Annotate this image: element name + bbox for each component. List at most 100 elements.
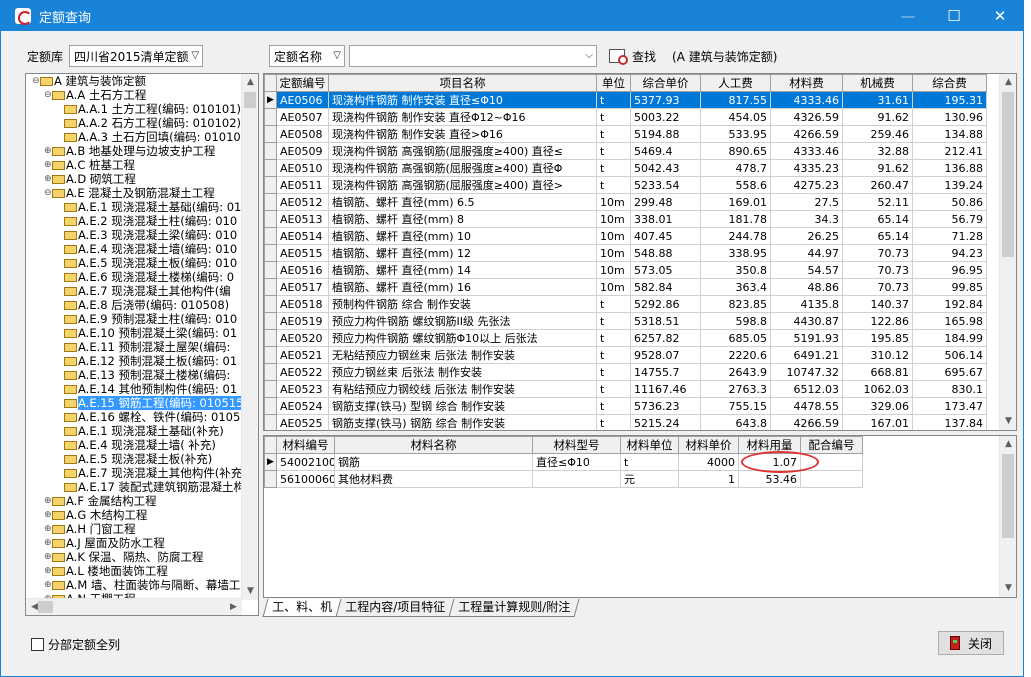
tab-labor-material-machine[interactable]: 工、料、机 [262, 599, 342, 617]
row-indicator[interactable] [264, 470, 277, 488]
column-header[interactable]: 项目名称 [328, 74, 597, 92]
tree-node[interactable]: ⊖ A.A 土石方工程 [26, 88, 242, 102]
expand-toggle-icon[interactable]: ⊕ [44, 508, 52, 522]
row-indicator[interactable] [264, 329, 277, 347]
library-select[interactable]: 四川省2015清单定额 ▽ [69, 45, 204, 67]
tree-node[interactable]: A.E.4 现浇混凝土墙( 补充) [26, 438, 242, 452]
close-window-icon[interactable]: ✕ [977, 1, 1023, 31]
tree-node[interactable]: A.E.11 预制混凝土屋架(编码: [26, 340, 242, 354]
quota-row[interactable]: AE0516 植钢筋、螺杆 直径(mm) 14 10m 573.05 350.8 54.5… [264, 261, 987, 279]
tree-node[interactable]: ⊖ A 建筑与装饰定额 [26, 74, 242, 88]
tree-node[interactable]: A.E.5 现浇混凝土板(编码: 010 [26, 256, 242, 270]
column-header[interactable]: 综合单价 [630, 74, 701, 92]
close-button[interactable]: 关闭 [938, 631, 1004, 655]
tree-node[interactable]: A.E.4 现浇混凝土墙(编码: 010 [26, 242, 242, 256]
tree-node[interactable]: A.A.1 土方工程(编码: 010101) [26, 102, 242, 116]
scroll-up-icon[interactable]: ▲ [242, 74, 258, 91]
column-header[interactable]: 材料单位 [620, 436, 679, 454]
column-header[interactable]: 人工费 [700, 74, 771, 92]
expand-toggle-icon[interactable]: ⊕ [44, 536, 52, 550]
tree-node[interactable]: A.E.15 钢筋工程(编码: 010515 [26, 396, 242, 410]
row-indicator[interactable] [264, 261, 277, 279]
quota-row[interactable]: AE0525 钢筋支撑(铁马) 钢筋 综合 制作安装 t 5215.24 643.8 42… [264, 414, 987, 430]
quota-row[interactable]: AE0511 现浇构件钢筋 高强钢筋(屈服强度≥400) 直径> t 5233.54 5… [264, 176, 987, 194]
tree-node[interactable]: A.E.14 其他预制构件(编码: 01 [26, 382, 242, 396]
quota-row[interactable]: AE0515 植钢筋、螺杆 直径(mm) 12 10m 548.88 338.95 44.… [264, 244, 987, 262]
column-header[interactable]: 单位 [596, 74, 631, 92]
column-header[interactable]: 定额编号 [276, 74, 329, 92]
row-indicator[interactable] [264, 278, 277, 296]
row-indicator[interactable] [264, 244, 277, 262]
tree-node[interactable]: ⊕ A.L 楼地面装饰工程 [26, 564, 242, 578]
expand-toggle-icon[interactable]: ⊕ [44, 522, 52, 536]
expand-toggle-icon[interactable]: ⊕ [44, 564, 52, 578]
tree-node[interactable]: ⊕ A.G 木结构工程 [26, 508, 242, 522]
row-indicator[interactable] [264, 295, 277, 313]
quota-row[interactable]: AE0509 现浇构件钢筋 高强钢筋(屈服强度≥400) 直径≤ t 5469.4 89… [264, 142, 987, 160]
row-indicator[interactable] [264, 193, 277, 211]
quota-vertical-scrollbar[interactable]: ▲ ▼ [999, 74, 1016, 430]
tab-work-content[interactable]: 工程内容/项目特征 [335, 599, 455, 617]
tree-node[interactable]: A.E.9 预制混凝土柱(编码: 010 [26, 312, 242, 326]
tree-node[interactable]: A.E.10 预制混凝土梁(编码: 01 [26, 326, 242, 340]
row-indicator[interactable] [264, 346, 277, 364]
tree-node[interactable]: A.E.1 现浇混凝土基础(编码: 010 [26, 200, 242, 214]
tree-node[interactable]: A.E.6 现浇混凝土楼梯(编码: 0 [26, 270, 242, 284]
quota-row[interactable]: AE0513 植钢筋、螺杆 直径(mm) 8 10m 338.01 181.78 34.3… [264, 210, 987, 228]
tree-node[interactable]: A.E.17 装配式建筑钢筋混凝土构 [26, 480, 242, 494]
tree-node[interactable]: ⊕ A.H 门窗工程 [26, 522, 242, 536]
expand-toggle-icon[interactable]: ⊕ [44, 172, 52, 186]
tree-node[interactable]: ⊕ A.F 金属结构工程 [26, 494, 242, 508]
checkbox-box[interactable] [31, 638, 44, 651]
row-indicator[interactable] [264, 380, 277, 398]
quota-row[interactable]: AE0519 预应力构件钢筋 螺纹钢筋II级 先张法 t 5318.51 598.8 44… [264, 312, 987, 330]
tree-node[interactable]: A.E.2 现浇混凝土柱(编码: 010 [26, 214, 242, 228]
quota-row[interactable]: AE0512 植钢筋、螺杆 直径(mm) 6.5 10m 299.48 169.01 27… [264, 193, 987, 211]
tab-calculation-rules[interactable]: 工程量计算规则/附注 [448, 599, 580, 617]
row-indicator[interactable] [264, 363, 277, 381]
tree-node[interactable]: A.E.12 预制混凝土板(编码: 01 [26, 354, 242, 368]
scroll-thumb[interactable] [244, 92, 256, 108]
quota-row[interactable]: ▶ AE0506 现浇构件钢筋 制作安装 直径≤Φ10 t 5377.93 817.55 4… [264, 91, 987, 109]
tree-node[interactable]: A.E.7 现浇混凝土其他构件(补充 [26, 466, 242, 480]
tree-node[interactable]: ⊖ A.E 混凝土及钢筋混凝土工程 [26, 186, 242, 200]
find-button[interactable]: 查找 [609, 48, 656, 65]
tree-node[interactable]: A.A.3 土石方回填(编码: 01010 [26, 130, 242, 144]
chapter-tree[interactable]: ⊖ A 建筑与装饰定额 ⊖ A.A 土石方工程 A.A.1 土方工程(编码: 01010… [25, 73, 259, 616]
expand-toggle-icon[interactable]: ⊕ [44, 494, 52, 508]
quota-row[interactable]: AE0523 有粘结预应力钢绞线 后张法 制作安装 t 11167.46 2763.3 6… [264, 380, 987, 398]
tree-node[interactable]: ⊕ A.B 地基处理与边坡支护工程 [26, 144, 242, 158]
column-header[interactable]: 材料编号 [276, 436, 335, 454]
expand-toggle-icon[interactable]: ⊖ [32, 74, 40, 88]
tree-node[interactable]: ⊕ A.D 砌筑工程 [26, 172, 242, 186]
column-header[interactable]: 材料名称 [334, 436, 533, 454]
row-indicator[interactable] [264, 210, 277, 228]
column-header[interactable]: 材料单价 [678, 436, 739, 454]
expand-toggle-icon[interactable]: ⊕ [44, 158, 52, 172]
scroll-thumb[interactable] [1002, 92, 1014, 257]
expand-toggle-icon[interactable]: ⊕ [44, 578, 52, 592]
scroll-thumb[interactable] [1002, 454, 1014, 538]
scroll-thumb[interactable] [38, 601, 53, 613]
row-indicator[interactable] [264, 142, 277, 160]
row-indicator[interactable] [264, 227, 277, 245]
tree-node[interactable]: ⊕ A.J 屋面及防水工程 [26, 536, 242, 550]
quota-row[interactable]: AE0507 现浇构件钢筋 制作安装 直径Φ12~Φ16 t 5003.22 454.0… [264, 108, 987, 126]
show-all-checkbox[interactable]: 分部定额全列 [31, 636, 120, 653]
column-header[interactable]: 机械费 [842, 74, 913, 92]
row-indicator[interactable] [264, 397, 277, 415]
material-vertical-scrollbar[interactable]: ▲ ▼ [999, 436, 1016, 597]
material-row[interactable]: ▶ 54002100 钢筋 直径≤Φ10 t 4000 1.07 [264, 453, 863, 471]
expand-toggle-icon[interactable]: ⊕ [44, 144, 52, 158]
row-indicator[interactable] [264, 125, 277, 143]
quota-row[interactable]: AE0514 植钢筋、螺杆 直径(mm) 10 10m 407.45 244.78 26.… [264, 227, 987, 245]
current-row-arrow-icon[interactable]: ▶ [264, 91, 277, 109]
expand-toggle-icon[interactable]: ⊖ [44, 88, 52, 102]
tree-node[interactable]: A.E.16 螺栓、铁件(编码: 0105 [26, 410, 242, 424]
quota-grid[interactable]: 定额编号 项目名称 单位 综合单价 人工费 材料费 机械费 综合费 ▶ AE0506 现浇构件钢筋… [263, 73, 1017, 431]
search-input[interactable]: ⌵ [349, 45, 597, 67]
expand-toggle-icon[interactable]: ⊖ [44, 186, 52, 200]
current-row-arrow-icon[interactable]: ▶ [264, 453, 277, 471]
quota-row[interactable]: AE0520 预应力构件钢筋 螺纹钢筋Φ10以上 后张法 t 6257.82 685.0… [264, 329, 987, 347]
tree-node[interactable]: A.E.13 预制混凝土楼梯(编码: [26, 368, 242, 382]
